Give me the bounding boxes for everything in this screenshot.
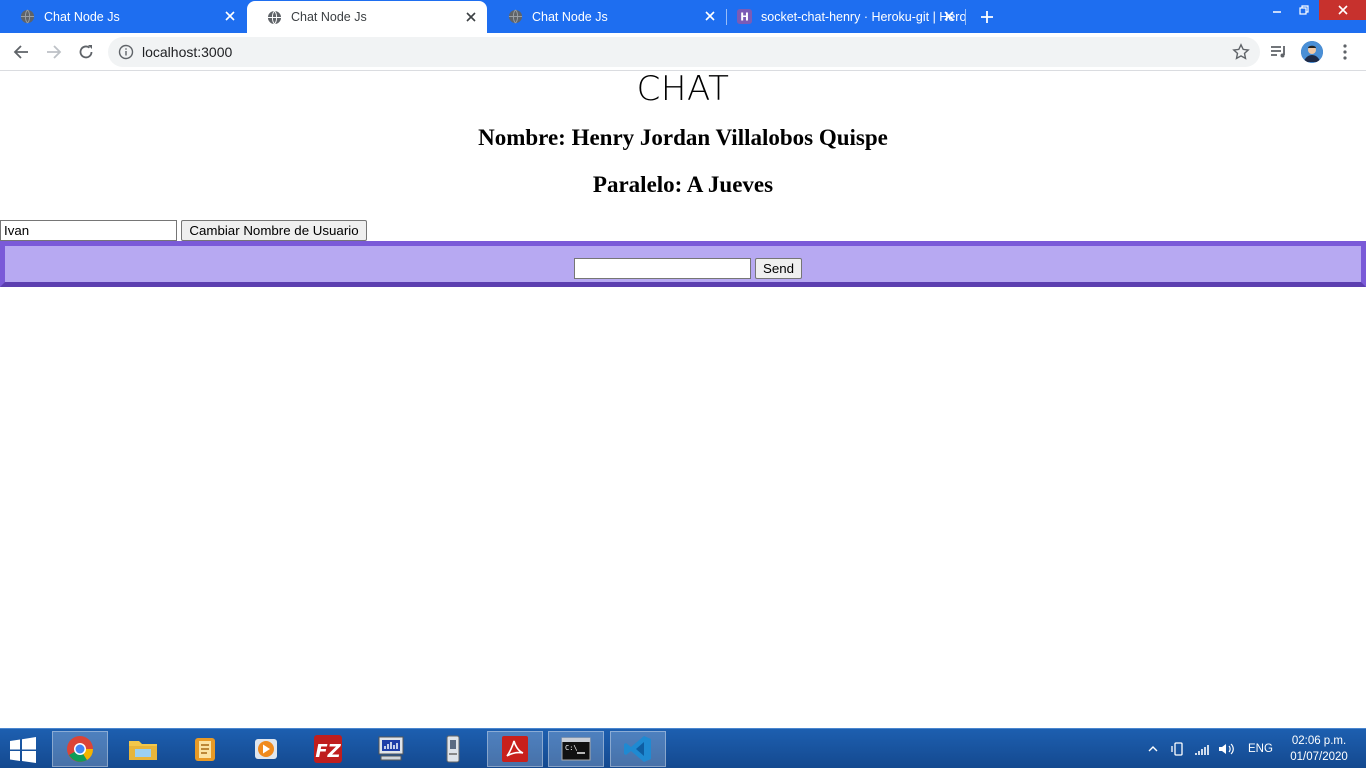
acrobat-icon xyxy=(502,736,528,762)
chrome-icon xyxy=(67,736,94,762)
arrow-right-icon xyxy=(47,45,62,59)
restore-button[interactable] xyxy=(1293,0,1315,20)
svg-text:H: H xyxy=(740,11,749,23)
device-icon xyxy=(1171,742,1183,756)
language-indicator[interactable]: ENG xyxy=(1248,729,1273,769)
url-text: localhost:3000 xyxy=(142,44,233,60)
taskbar-command-prompt[interactable]: C:\ xyxy=(548,731,604,767)
author-name-heading: Nombre: Henry Jordan Villalobos Quispe xyxy=(478,125,888,150)
arrow-left-icon xyxy=(13,45,28,59)
tab-title: Chat Node Js xyxy=(291,10,367,24)
tab-title: socket-chat-henry · Heroku-git | Heroku xyxy=(761,9,965,24)
heroku-icon: H xyxy=(737,9,752,24)
svg-text:C:\: C:\ xyxy=(565,744,578,752)
taskbar-vscode[interactable] xyxy=(610,731,666,767)
page-title: CHAT xyxy=(636,69,730,109)
new-tab-button[interactable] xyxy=(977,7,997,27)
browser-toolbar: localhost:3000 xyxy=(0,33,1366,71)
more-vert-icon xyxy=(1343,44,1347,60)
change-username-button[interactable]: Cambiar Nombre de Usuario xyxy=(181,220,367,241)
plus-icon xyxy=(981,11,993,23)
menu-button[interactable] xyxy=(1334,41,1356,63)
tab-separator xyxy=(965,9,966,25)
svg-text:FZ: FZ xyxy=(315,741,341,762)
page-content: CHAT Nombre: Henry Jordan Villalobos Qui… xyxy=(0,69,1366,728)
tab-chat-node-2[interactable]: Chat Node Js xyxy=(247,1,487,33)
taskbar-acrobat[interactable] xyxy=(487,731,543,767)
vscode-icon xyxy=(624,736,651,762)
close-icon[interactable] xyxy=(702,8,718,24)
address-bar[interactable]: localhost:3000 xyxy=(108,37,1260,67)
close-icon xyxy=(1337,5,1348,15)
start-button[interactable] xyxy=(8,737,40,763)
show-hidden-icons-button[interactable] xyxy=(1148,729,1162,769)
taskbar-chrome[interactable] xyxy=(52,731,108,767)
info-icon[interactable] xyxy=(118,44,134,60)
close-icon[interactable] xyxy=(941,8,957,24)
windows-logo-icon xyxy=(10,737,36,763)
taskbar-clock[interactable]: 02:06 p.m. 01/07/2020 xyxy=(1284,733,1354,765)
forward-button[interactable] xyxy=(43,41,65,63)
tray-volume-icon[interactable] xyxy=(1218,729,1236,769)
close-window-button[interactable] xyxy=(1319,0,1366,20)
file-explorer-icon xyxy=(129,741,157,760)
close-icon[interactable] xyxy=(222,8,238,24)
username-input[interactable] xyxy=(0,220,177,241)
globe-icon xyxy=(267,10,282,25)
tab-heroku[interactable]: H socket-chat-henry · Heroku-git | Herok… xyxy=(727,0,965,33)
tab-chat-node-1[interactable]: Chat Node Js xyxy=(0,0,246,33)
taskbar-network-monitor[interactable] xyxy=(363,731,419,767)
profile-avatar[interactable] xyxy=(1301,41,1323,63)
filezilla-icon: FZ xyxy=(314,735,342,763)
speaker-icon xyxy=(1219,743,1234,755)
taskbar-usb-tool[interactable] xyxy=(425,731,481,767)
tab-strip: Chat Node Js Chat Node Js Chat Node Js H… xyxy=(0,0,1366,33)
signal-bars-icon xyxy=(1195,745,1209,755)
minimize-button[interactable] xyxy=(1266,0,1288,20)
windows-taskbar: FZ C:\ ENG 02:06 p.m. 01/07/2020 xyxy=(0,728,1366,768)
bookmark-star-icon[interactable] xyxy=(1232,43,1250,61)
clock-time: 02:06 p.m. xyxy=(1291,735,1347,747)
command-prompt-icon: C:\ xyxy=(561,737,591,761)
tray-network-icon[interactable] xyxy=(1194,729,1212,769)
taskbar-file-explorer[interactable] xyxy=(115,731,171,767)
tab-title: Chat Node Js xyxy=(532,9,608,24)
message-bar: Send xyxy=(0,241,1366,287)
reload-button[interactable] xyxy=(75,41,97,63)
taskbar-media-player[interactable] xyxy=(238,731,294,767)
tab-title: Chat Node Js xyxy=(44,9,120,24)
media-control-button[interactable] xyxy=(1268,41,1290,63)
restore-icon xyxy=(1299,5,1309,15)
taskbar-notes[interactable] xyxy=(177,731,233,767)
tray-device-icon[interactable] xyxy=(1170,729,1188,769)
media-player-icon xyxy=(255,739,277,759)
minimize-icon xyxy=(1273,11,1281,13)
globe-icon xyxy=(20,9,35,24)
reload-icon xyxy=(79,45,93,59)
taskbar-filezilla[interactable]: FZ xyxy=(300,731,356,767)
clock-date: 01/07/2020 xyxy=(1290,751,1348,763)
close-icon[interactable] xyxy=(463,9,479,25)
network-monitor-icon xyxy=(378,736,404,761)
notes-icon xyxy=(195,738,215,761)
chevron-up-icon xyxy=(1148,746,1158,752)
tab-chat-node-3[interactable]: Chat Node Js xyxy=(488,0,726,33)
playlist-icon xyxy=(1271,46,1285,58)
message-input[interactable] xyxy=(574,258,751,279)
paralelo-heading: Paralelo: A Jueves xyxy=(592,172,774,197)
back-button[interactable] xyxy=(10,41,32,63)
globe-icon xyxy=(508,9,523,24)
send-button[interactable]: Send xyxy=(755,258,802,279)
usb-tool-icon xyxy=(446,735,460,763)
